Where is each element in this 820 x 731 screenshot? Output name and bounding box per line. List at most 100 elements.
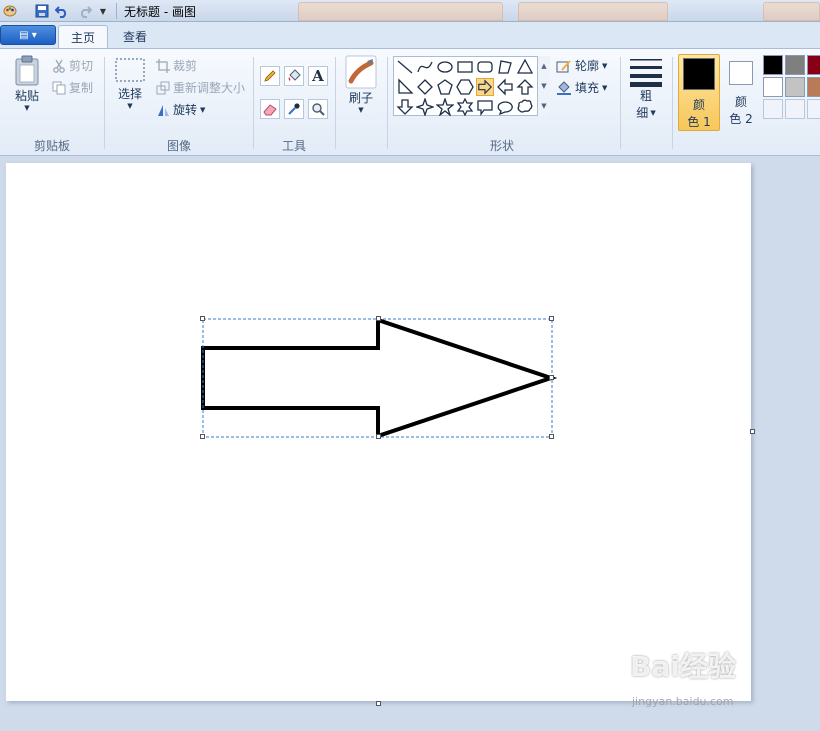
brushes-button[interactable]: 刷子 ▼ <box>343 55 379 114</box>
left-arrow-shape[interactable] <box>496 78 514 96</box>
fill-button[interactable]: 填充 ▼ <box>556 79 607 96</box>
eraser-tool[interactable] <box>260 99 280 119</box>
group-separator <box>387 57 388 149</box>
color1-button[interactable]: 颜 色 1 <box>678 54 720 131</box>
cloud-callout-shape[interactable] <box>516 98 534 116</box>
scroll-up-icon[interactable]: ▲ <box>541 62 546 70</box>
palette-swatch-empty[interactable] <box>785 99 805 119</box>
six-point-star-shape[interactable] <box>456 98 474 116</box>
magnifier-tool[interactable] <box>308 99 328 119</box>
chevron-down-icon: ▼ <box>358 106 364 114</box>
crop-label: 裁剪 <box>173 59 198 73</box>
resize-button[interactable]: 重新调整大小 <box>156 79 245 96</box>
chevron-down-icon: ▼ <box>602 83 608 92</box>
palette-swatch[interactable] <box>785 55 805 75</box>
window-title: 无标题 - 画图 <box>124 5 196 19</box>
chevron-down-icon: ▼ <box>24 104 30 112</box>
pencil-tool[interactable] <box>260 66 280 86</box>
select-button[interactable]: 选择 ▼ <box>113 57 147 110</box>
color2-button[interactable]: 颜 色 2 <box>722 57 760 131</box>
undo-icon[interactable] <box>54 3 70 19</box>
resize-handle[interactable] <box>549 375 554 380</box>
pentagon-shape[interactable] <box>436 78 454 96</box>
resize-handle[interactable] <box>376 434 381 439</box>
color1-label-line2: 色 1 <box>687 115 711 129</box>
line-shape[interactable] <box>396 58 414 76</box>
background-tab <box>298 2 503 21</box>
crop-icon <box>156 58 170 73</box>
palette-swatch[interactable] <box>763 55 783 75</box>
customize-toolbar-icon[interactable]: ▼ <box>97 3 109 19</box>
five-point-star-shape[interactable] <box>436 98 454 116</box>
resize-label: 重新调整大小 <box>173 81 246 95</box>
hexagon-shape[interactable] <box>456 78 474 96</box>
resize-handle[interactable] <box>200 316 205 321</box>
ribbon: 粘贴 ▼ 剪切 复制 剪贴板 选择 ▼ 裁剪 重新调整大小 旋转 ▼ 图像 A … <box>0 48 820 156</box>
scroll-down-icon[interactable]: ▼ <box>541 82 546 90</box>
size-button[interactable]: 粗 细 ▼ <box>627 57 665 121</box>
eraser-icon <box>263 102 277 116</box>
up-arrow-shape[interactable] <box>516 78 534 96</box>
app-menu-button[interactable]: ▤ ▾ <box>0 25 56 45</box>
fill-tool[interactable] <box>284 66 304 86</box>
diamond-shape[interactable] <box>416 78 434 96</box>
size-label-line1: 粗 <box>639 89 652 103</box>
right-arrow-shape[interactable] <box>476 78 494 96</box>
resize-handle[interactable] <box>376 316 381 321</box>
background-tab <box>763 2 820 21</box>
rect-callout-shape[interactable] <box>476 98 494 116</box>
select-label: 选择 <box>117 87 142 101</box>
rotate-button[interactable]: 旋转 ▼ <box>156 101 205 118</box>
drawing-canvas[interactable] <box>6 163 751 701</box>
oval-callout-shape[interactable] <box>496 98 514 116</box>
oval-shape[interactable] <box>436 58 454 76</box>
curve-shape[interactable] <box>416 58 434 76</box>
crop-button[interactable]: 裁剪 <box>156 57 197 74</box>
brushes-label: 刷子 <box>348 91 373 105</box>
shapes-group-label: 形状 <box>489 139 514 153</box>
palette-swatch-empty[interactable] <box>807 99 820 119</box>
tab-home[interactable]: 主页 <box>58 25 109 48</box>
chevron-down-icon: ▼ <box>127 102 133 110</box>
paint-app-icon[interactable] <box>2 3 18 19</box>
text-tool[interactable]: A <box>308 66 328 86</box>
palette-swatch[interactable] <box>807 77 820 97</box>
copy-icon <box>52 81 66 95</box>
tab-view[interactable]: 查看 <box>111 25 159 48</box>
cut-button[interactable]: 剪切 <box>52 57 93 74</box>
baidu-watermark: Bai经验 <box>630 650 736 683</box>
palette-swatch-empty[interactable] <box>763 99 783 119</box>
four-point-star-shape[interactable] <box>416 98 434 116</box>
triangle-shape[interactable] <box>516 58 534 76</box>
outline-label: 轮廓 <box>575 59 600 73</box>
copy-label: 复制 <box>69 81 94 95</box>
tools-group-label: 工具 <box>281 139 306 153</box>
paint-bucket-icon <box>287 69 301 83</box>
copy-button[interactable]: 复制 <box>52 79 93 96</box>
outline-button[interactable]: 轮廓 ▼ <box>556 57 607 74</box>
color-picker-tool[interactable] <box>284 99 304 119</box>
rotate-label: 旋转 <box>173 103 198 117</box>
rectangle-shape[interactable] <box>456 58 474 76</box>
title-bar: ▼ 无标题 - 画图 <box>0 0 820 22</box>
down-arrow-shape[interactable] <box>396 98 414 116</box>
resize-handle[interactable] <box>200 434 205 439</box>
shapes-scrollbar[interactable]: ▲ ▼ ▼ <box>537 56 550 116</box>
scissors-icon <box>52 59 66 73</box>
resize-handle[interactable] <box>549 434 554 439</box>
palette-swatch[interactable] <box>785 77 805 97</box>
rounded-rectangle-shape[interactable] <box>476 58 494 76</box>
save-icon[interactable] <box>34 3 50 19</box>
expand-gallery-icon[interactable]: ▼ <box>541 102 546 110</box>
right-triangle-shape[interactable] <box>396 78 414 96</box>
polygon-shape[interactable] <box>496 58 514 76</box>
paste-label: 粘贴 <box>14 89 39 103</box>
canvas-resize-handle[interactable] <box>376 701 381 706</box>
palette-swatch[interactable] <box>763 77 783 97</box>
canvas-resize-handle[interactable] <box>750 429 755 434</box>
selection-rect-icon <box>114 57 146 85</box>
palette-swatch[interactable] <box>807 55 820 75</box>
resize-handle[interactable] <box>549 316 554 321</box>
redo-icon[interactable] <box>77 3 93 19</box>
paste-button[interactable]: 粘贴 ▼ <box>10 55 44 112</box>
